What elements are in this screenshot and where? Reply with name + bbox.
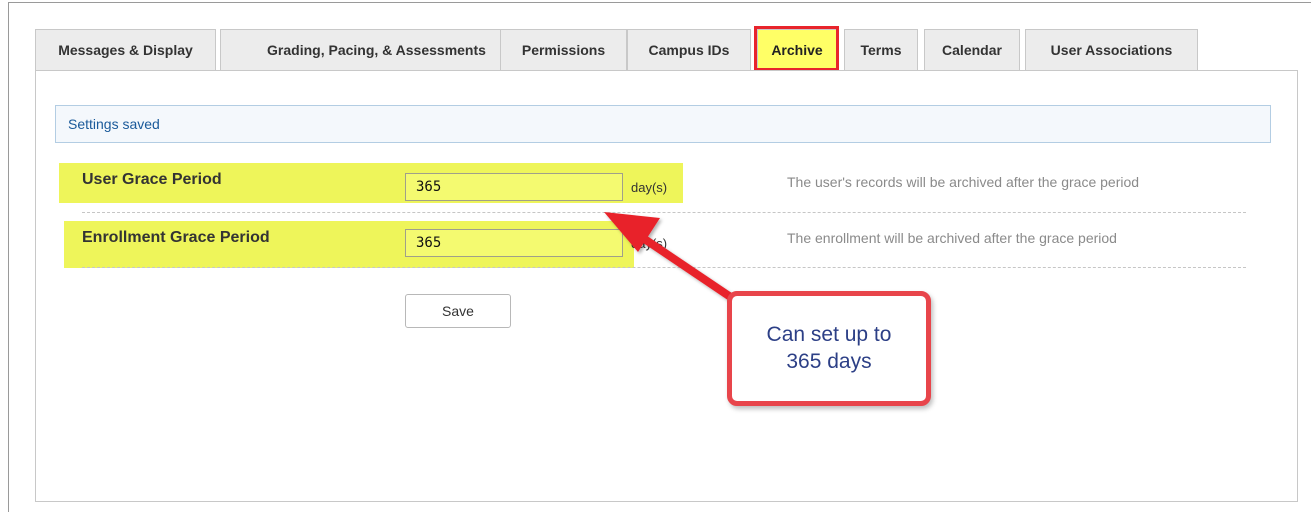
save-button[interactable]: Save bbox=[405, 294, 511, 328]
user-grace-period-label: User Grace Period bbox=[82, 171, 222, 188]
annotation-callout: Can set up to 365 days bbox=[727, 291, 931, 406]
tab-terms[interactable]: Terms bbox=[844, 29, 918, 70]
tab-label: Messages & Display bbox=[58, 42, 193, 58]
tab-user-associations[interactable]: User Associations bbox=[1025, 29, 1198, 70]
tab-calendar[interactable]: Calendar bbox=[924, 29, 1020, 70]
tab-label: Campus IDs bbox=[648, 42, 730, 58]
tab-archive[interactable]: Archive bbox=[757, 29, 837, 70]
callout-text: Can set up to 365 days bbox=[766, 323, 892, 373]
tab-permissions[interactable]: Permissions bbox=[500, 29, 627, 70]
tab-label: User Associations bbox=[1050, 42, 1173, 58]
enrollment-grace-period-label: Enrollment Grace Period bbox=[82, 229, 270, 246]
tab-grading-pacing-assessments[interactable]: Grading, Pacing, & Assessments bbox=[220, 29, 533, 70]
user-grace-period-input[interactable] bbox=[405, 173, 623, 201]
user-grace-description: The user's records will be archived afte… bbox=[787, 174, 1140, 190]
status-notice: Settings saved bbox=[55, 105, 1271, 143]
user-grace-unit: day(s) bbox=[631, 180, 668, 195]
tab-label: Archive bbox=[771, 42, 823, 58]
enrollment-grace-description: The enrollment will be archived after th… bbox=[787, 230, 1117, 246]
tab-messages-display[interactable]: Messages & Display bbox=[35, 29, 216, 70]
tab-label: Permissions bbox=[521, 42, 606, 58]
row-divider bbox=[82, 212, 1246, 213]
row-divider bbox=[82, 267, 1246, 268]
enrollment-grace-period-input[interactable] bbox=[405, 229, 623, 257]
tab-label: Terms bbox=[860, 42, 902, 58]
enrollment-grace-unit: day(s) bbox=[631, 236, 668, 251]
tab-label: Grading, Pacing, & Assessments bbox=[267, 42, 486, 58]
tab-campus-ids[interactable]: Campus IDs bbox=[627, 29, 751, 70]
status-notice-text: Settings saved bbox=[68, 116, 160, 132]
tab-label: Calendar bbox=[942, 42, 1002, 58]
